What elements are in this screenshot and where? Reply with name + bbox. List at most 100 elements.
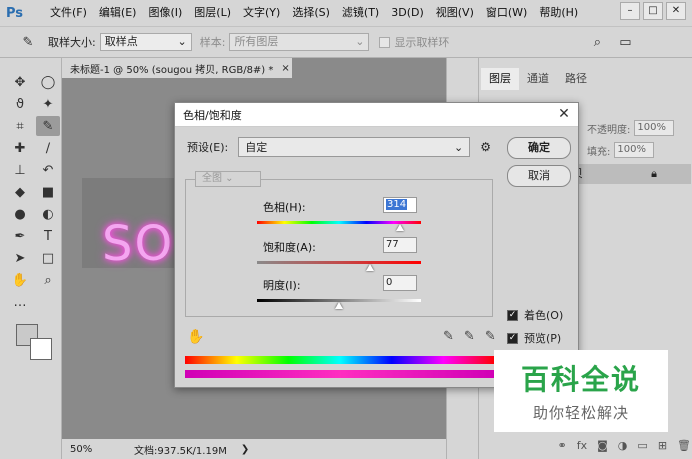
colorize-label: 着色(O) [524,309,564,322]
pen-icon[interactable]: ✒ [8,226,32,246]
menu-3d[interactable]: 3D(D) [385,0,430,26]
minimize-button[interactable]: – [620,2,640,20]
eyedropper-tools: ✎ ✎ ✎ [433,329,496,344]
dodge-icon[interactable]: ◐ [36,204,60,224]
trash-icon[interactable]: 🗑︎ [677,439,691,452]
document-info: 文档:937.5K/1.19M [134,445,227,457]
channel-select[interactable]: 全图 ⌄ [195,171,261,187]
hand-icon[interactable]: ✋ [8,270,32,290]
input-color-bar [185,356,495,364]
saturation-slider-thumb[interactable] [366,264,375,271]
ok-button[interactable]: 确定 [507,137,571,159]
preview-row[interactable]: ✓ 预览(P) [507,330,561,346]
dialog-titlebar: 色相/饱和度 [175,103,578,127]
opacity-label: 不透明度: [587,124,631,136]
output-color-bar [185,370,495,378]
hue-value: 314 [386,199,408,210]
eyedropper-icon[interactable]: ✎ [36,116,60,136]
gear-icon[interactable]: ⚙ [480,140,491,154]
saturation-input[interactable]: 77 [383,237,417,253]
eyedropper-icon[interactable]: ✎ [443,329,454,344]
move-icon[interactable]: ✥ [8,72,32,92]
maximize-button[interactable]: □ [643,2,663,20]
close-icon[interactable]: ✕ [556,106,572,122]
preset-select[interactable]: 自定 ⌄ [238,137,471,157]
lasso-icon[interactable]: ϑ [8,94,32,114]
mask-icon[interactable]: ◙ [597,439,608,452]
eraser-icon[interactable]: ◆ [8,182,32,202]
menu-window[interactable]: 窗口(W) [480,0,533,26]
sample-size-select[interactable]: 取样点 ⌄ [99,33,192,51]
status-bar: 50% 文档:937.5K/1.19M ❯ [62,439,446,459]
sample-select[interactable]: 所有图层 ⌄ [229,33,370,51]
tab-paths[interactable]: 路径 [557,68,595,90]
chevron-right-icon[interactable]: ❯ [241,444,249,455]
healing-icon[interactable]: ✚ [8,138,32,158]
more-tools-icon[interactable]: … [8,292,32,312]
rectangle-icon[interactable]: □ [36,248,60,268]
close-button[interactable]: ✕ [666,2,686,20]
eyedropper-plus-icon[interactable]: ✎ [464,329,475,344]
cancel-button[interactable]: 取消 [507,165,571,187]
fill-row: 填充: 100% [587,142,655,158]
opacity-input[interactable]: 100% [634,120,675,136]
close-icon[interactable]: × [281,63,289,74]
background-color-swatch[interactable] [30,338,52,360]
sample-label: 样本: [199,36,226,49]
chevron-down-icon: ⌄ [177,35,187,48]
marquee-icon[interactable]: ◯ [36,72,60,92]
search-icon[interactable]: ⌕ [585,32,609,52]
colorize-checkbox[interactable]: ✓ [507,309,518,321]
menu-type[interactable]: 文字(Y) [237,0,286,26]
path-select-icon[interactable]: ➤ [8,248,32,268]
tab-layers[interactable]: 图层 [481,68,519,90]
brush-icon[interactable]: ∕ [36,138,60,158]
crop-icon[interactable]: ⌗ [8,116,32,136]
menu-edit[interactable]: 编辑(E) [93,0,143,26]
lightness-input[interactable]: 0 [383,275,417,291]
channel-value: 全图 [202,173,222,184]
eyedropper-icon[interactable]: ✎ [16,32,40,52]
stamp-icon[interactable]: ⊥ [8,160,32,180]
history-brush-icon[interactable]: ↶ [36,160,60,180]
menu-help[interactable]: 帮助(H) [533,0,584,26]
hue-input[interactable]: 314 [383,197,417,213]
workspace-icon[interactable]: ▭ [613,32,637,52]
watermark-title: 百科全说 [520,363,641,396]
type-icon[interactable]: T [36,226,60,246]
gradient-icon[interactable]: ■ [36,182,60,202]
preview-checkbox[interactable]: ✓ [507,332,518,344]
preset-value: 自定 [245,141,268,154]
show-ring-label: 显示取样环 [394,36,450,49]
tab-channels[interactable]: 通道 [519,68,557,90]
menu-select[interactable]: 选择(S) [286,0,336,26]
eyedropper-minus-icon[interactable]: ✎ [485,329,496,344]
group-icon[interactable]: ▭ [637,439,647,452]
lightness-slider-thumb[interactable] [335,302,343,309]
lock-icon: 🔒︎ [651,167,657,180]
zoom-icon[interactable]: ⌕ [36,270,60,290]
colorize-row[interactable]: ✓ 着色(O) [507,307,563,323]
color-swatches[interactable] [16,324,56,364]
menu-image[interactable]: 图像(I) [142,0,188,26]
menu-layer[interactable]: 图层(L) [188,0,237,26]
menu-filter[interactable]: 滤镜(T) [336,0,385,26]
zoom-level[interactable]: 50% [70,444,104,455]
link-icon[interactable]: ⚭ [558,439,567,452]
hand-icon[interactable]: ✋ [187,329,204,345]
chevron-down-icon: ⌄ [454,140,464,154]
menu-file[interactable]: 文件(F) [44,0,93,26]
watermark: 百科全说 助你轻松解决 [494,350,668,432]
document-tab[interactable]: 未标题-1 @ 50% (sougou 拷贝, RGB/8#) * × [62,58,292,78]
menu-view[interactable]: 视图(V) [430,0,480,26]
fill-input[interactable]: 100% [614,142,655,158]
hue-slider-thumb[interactable] [395,224,404,231]
layers-panel-footer: ⚭ fx ◙ ◑ ▭ ⊞ 🗑︎ [481,434,692,456]
magic-wand-icon[interactable]: ✦ [36,94,60,114]
saturation-slider-track[interactable] [257,261,421,264]
new-layer-icon[interactable]: ⊞ [658,439,667,452]
fx-icon[interactable]: fx [577,439,587,452]
adjustment-icon[interactable]: ◑ [618,439,628,452]
show-ring-checkbox[interactable] [379,36,391,48]
blur-icon[interactable]: ● [8,204,32,224]
